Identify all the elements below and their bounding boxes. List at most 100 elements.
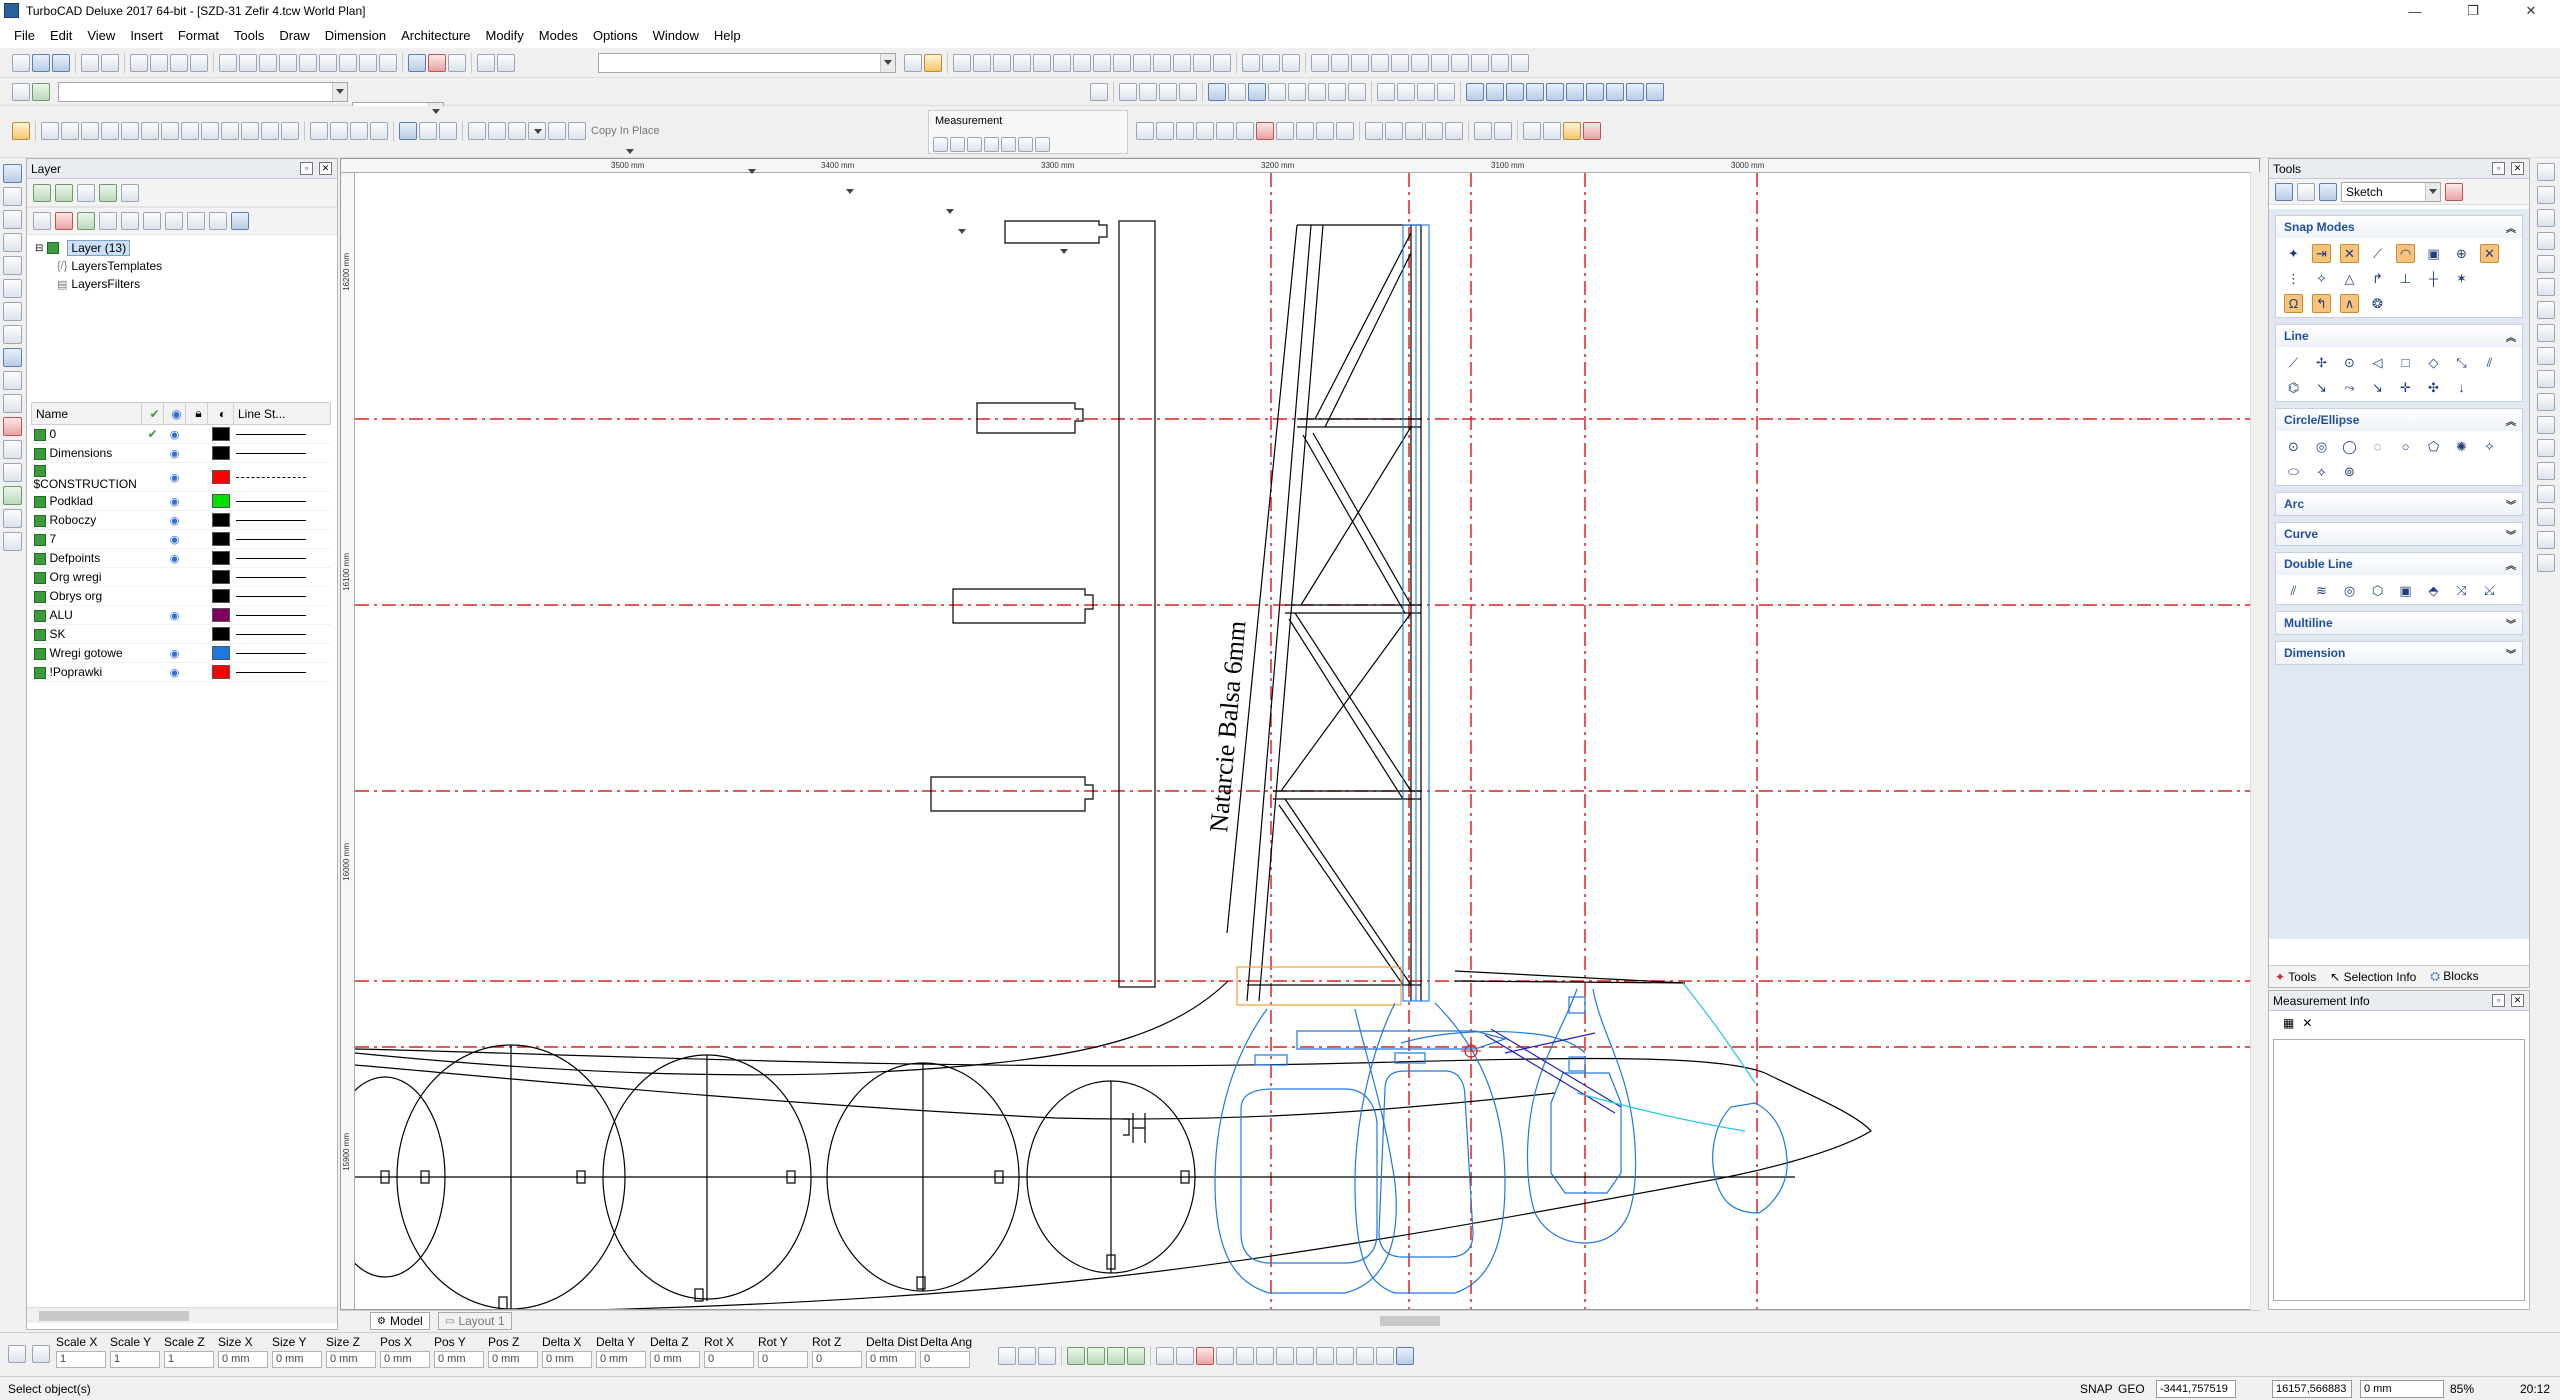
spline-icon[interactable] [1474, 122, 1492, 140]
right-tool-11-icon[interactable] [2537, 393, 2555, 411]
layer-color-swatch[interactable] [211, 470, 230, 485]
tools-close-icon[interactable]: ✕ [2511, 162, 2524, 175]
view-iso1-icon[interactable] [1586, 83, 1604, 101]
layer-active-cell[interactable] [141, 586, 164, 606]
menu-options[interactable]: Options [593, 28, 638, 43]
view-icon[interactable] [408, 54, 426, 72]
redo-icon[interactable] [239, 54, 257, 72]
line-rect-icon[interactable]: □ [2396, 353, 2415, 372]
light-icon[interactable] [439, 122, 457, 140]
layer-filter-icon[interactable] [77, 183, 95, 202]
section-header-double-line[interactable]: Double Line ︽ [2276, 553, 2522, 575]
object-snap-icon[interactable] [1248, 83, 1266, 101]
measure-close-icon[interactable]: ✕ [2511, 994, 2524, 1007]
ins-tool-18-icon[interactable] [1356, 1347, 1374, 1365]
menu-architecture[interactable]: Architecture [401, 28, 470, 43]
collapse-icon[interactable]: ︽ [2506, 329, 2516, 344]
layer-move-down-icon[interactable] [143, 212, 161, 230]
layer-line-style-cell[interactable] [233, 643, 331, 663]
layer-print-icon[interactable] [209, 212, 227, 230]
menu-dimension[interactable]: Dimension [325, 28, 386, 43]
layer-line-style-cell[interactable] [233, 491, 331, 511]
line-split-icon[interactable]: ↘ [2368, 378, 2387, 397]
layer-line-style-cell[interactable] [233, 662, 331, 682]
tools-edit-icon[interactable] [2297, 182, 2315, 201]
layer-lock-icon[interactable] [187, 212, 205, 230]
view-back-icon[interactable] [1486, 83, 1504, 101]
layer-color-cell[interactable] [207, 424, 234, 444]
array-radial-icon[interactable] [488, 122, 506, 140]
inspector-field-value[interactable]: 0 [704, 1351, 754, 1368]
expand-icon[interactable]: ︾ [2506, 646, 2516, 661]
surface-1-icon[interactable] [310, 122, 328, 140]
snap-quadrant-icon[interactable] [1013, 54, 1031, 72]
menu-window[interactable]: Window [653, 28, 699, 43]
layer-visible-cell[interactable] [163, 624, 186, 644]
layer-lock-cell[interactable] [185, 548, 208, 568]
layer-visible-cell[interactable]: ◉ [163, 443, 186, 463]
layer-row[interactable]: Roboczy ◉ [31, 510, 331, 530]
expand-icon[interactable]: ︾ [2506, 527, 2516, 542]
snap-extent-icon[interactable] [1173, 54, 1191, 72]
layer-row[interactable]: Dimensions ◉ [31, 443, 331, 463]
layer-color-swatch[interactable] [211, 513, 230, 528]
right-tool-9-icon[interactable] [2537, 347, 2555, 365]
cut-icon[interactable] [130, 54, 148, 72]
zoom-window-icon[interactable] [299, 54, 317, 72]
modify-2-icon[interactable] [1156, 122, 1174, 140]
layer-color-cell[interactable] [207, 491, 234, 511]
box-icon[interactable] [41, 122, 59, 140]
attr-3-icon[interactable] [1159, 83, 1177, 101]
layer-hscroll[interactable] [27, 1307, 337, 1323]
layer-active-cell[interactable] [141, 548, 164, 568]
ins-tool-3-icon[interactable] [1038, 1347, 1056, 1365]
view-iso2-icon[interactable] [1606, 83, 1624, 101]
tools-render-icon[interactable] [2445, 182, 2463, 201]
layer-name[interactable]: 7 [50, 532, 57, 546]
attr-4-icon[interactable] [1179, 83, 1197, 101]
ins-tool-6-icon[interactable] [1107, 1347, 1125, 1365]
ins-tool-11-icon[interactable] [1216, 1347, 1234, 1365]
layer-active-cell[interactable] [141, 643, 164, 663]
layer-active-cell[interactable] [141, 462, 164, 492]
snap-2-icon[interactable] [1268, 83, 1286, 101]
menu-file[interactable]: File [14, 28, 35, 43]
dline-angle-icon[interactable]: ⤨ [2452, 581, 2471, 600]
section-header-curve[interactable]: Curve ︾ [2276, 523, 2522, 545]
layer-line-style-cell[interactable] [233, 510, 331, 530]
layer-line-style-cell[interactable] [233, 548, 331, 568]
section-icon[interactable] [261, 122, 279, 140]
align-icon[interactable] [1431, 54, 1449, 72]
right-tool-4-icon[interactable] [2537, 232, 2555, 250]
attr-2-icon[interactable] [1139, 83, 1157, 101]
right-tool-18-icon[interactable] [2537, 554, 2555, 572]
ins-tool-13-icon[interactable] [1256, 1347, 1274, 1365]
snap-drawing-aid-icon[interactable] [1153, 54, 1171, 72]
extend-icon[interactable] [1511, 54, 1529, 72]
ins-tool-20-icon[interactable] [1396, 1347, 1414, 1365]
select-layer-icon[interactable] [33, 212, 51, 230]
layer-export-icon[interactable] [231, 212, 249, 230]
layer-active-cell[interactable] [141, 491, 164, 511]
dline-join-icon[interactable]: ⤩ [2480, 581, 2499, 600]
ins-tool-5-icon[interactable] [1087, 1347, 1105, 1365]
inspector-field-value[interactable]: 0 mm [488, 1351, 538, 1368]
dline-circle-icon[interactable]: ◎ [2340, 581, 2359, 600]
snap-6-icon[interactable] [1348, 83, 1366, 101]
render-icon[interactable] [428, 54, 446, 72]
hatch-icon[interactable] [1090, 83, 1108, 101]
cylinder-icon[interactable] [61, 122, 79, 140]
dline-single-icon[interactable]: ⫽ [2284, 581, 2303, 600]
ins-tool-4-icon[interactable] [1067, 1347, 1085, 1365]
right-tool-2-icon[interactable] [2537, 186, 2555, 204]
copy-in-place-icon[interactable] [568, 122, 586, 140]
layer-lock-cell[interactable] [185, 662, 208, 682]
right-tool-1-icon[interactable] [2537, 163, 2555, 181]
layer-visible-cell[interactable]: ◉ [163, 424, 186, 444]
snap-corner-tool-icon[interactable]: ↰ [2312, 294, 2331, 313]
stretch-icon[interactable] [1445, 122, 1463, 140]
break-icon[interactable] [1405, 122, 1423, 140]
restore-button[interactable]: ❐ [2444, 0, 2502, 22]
view-top-icon[interactable] [1546, 83, 1564, 101]
layer-row[interactable]: $CONSTRUCTION ◉ [31, 462, 331, 492]
